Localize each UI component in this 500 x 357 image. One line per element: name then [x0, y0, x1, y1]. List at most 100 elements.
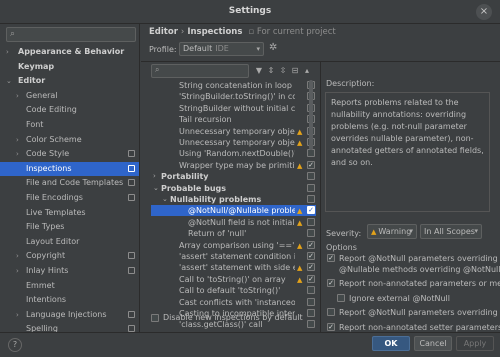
chevron-right-icon[interactable]: › — [16, 264, 19, 278]
inspection-checkbox[interactable] — [307, 240, 315, 249]
inspection-checkbox[interactable] — [307, 183, 315, 192]
inspection-item[interactable]: Tail recursion — [151, 114, 316, 125]
sidebar-search-input[interactable]: ⌕ — [6, 27, 136, 42]
sidebar-item[interactable]: Live Templates — [0, 206, 139, 220]
checkbox[interactable] — [327, 308, 335, 316]
sidebar-item[interactable]: › Copyright — [0, 249, 139, 263]
sidebar-item[interactable]: › Color Scheme — [0, 133, 139, 147]
inspection-checkbox[interactable] — [307, 149, 315, 158]
sidebar-item[interactable]: › Code Style — [0, 147, 139, 161]
inspection-checkbox[interactable] — [307, 217, 315, 226]
inspection-item[interactable]: Call to 'toString()' on array ▲ — [151, 274, 316, 285]
sidebar-item[interactable]: › Language Injections — [0, 308, 139, 322]
inspection-label: @NotNull/@Nullable problems — [188, 206, 295, 216]
chevron-down-icon: ▾ — [409, 227, 413, 235]
inspection-checkbox[interactable] — [307, 286, 315, 295]
chevron-right-icon[interactable]: › — [16, 133, 19, 147]
inspection-item[interactable]: 'assert' statement condition is cons — [151, 251, 316, 262]
inspection-group[interactable]: ⌄ Probable bugs — [151, 183, 316, 194]
sidebar-item[interactable]: ⌄ Editor — [0, 74, 139, 88]
inspection-label: Portability — [161, 172, 209, 182]
sidebar-item[interactable]: Keymap — [0, 60, 139, 74]
reset-icon[interactable]: ⊟ — [289, 64, 301, 78]
more-icon[interactable]: ▴ — [301, 64, 313, 78]
checkbox[interactable] — [327, 322, 335, 331]
sidebar-item[interactable]: › General — [0, 89, 139, 103]
checkbox[interactable] — [337, 293, 345, 302]
filter-icon[interactable]: ▼ — [253, 64, 265, 78]
sidebar-item[interactable]: › Appearance & Behavior — [0, 45, 139, 59]
inspection-checkbox[interactable] — [307, 229, 315, 238]
chevron-right-icon[interactable]: › — [153, 171, 156, 182]
checkbox[interactable] — [151, 314, 159, 322]
inspection-checkbox[interactable] — [307, 252, 315, 260]
cancel-button[interactable]: Cancel — [414, 336, 452, 351]
sidebar-item[interactable]: Inspections — [0, 161, 139, 176]
sidebar-item[interactable]: Intentions — [0, 293, 139, 307]
inspection-label: Unnecessary temporary object in co — [179, 138, 295, 147]
severity-dropdown[interactable]: ▲ Warning ▾ — [367, 224, 417, 239]
inspection-item[interactable]: Cast conflicts with 'instanceof' — [151, 297, 316, 308]
inspection-item[interactable]: Call to default 'toString()' — [151, 285, 316, 296]
apply-button[interactable]: Apply — [456, 336, 494, 351]
sidebar-item[interactable]: File Encodings — [0, 191, 139, 205]
sidebar-item[interactable]: Font — [0, 118, 139, 132]
sidebar-item[interactable]: Code Editing — [0, 103, 139, 117]
inspections-scrollbar[interactable] — [309, 80, 313, 150]
scope-dropdown[interactable]: In All Scopes ▾ — [420, 224, 482, 239]
inspection-item[interactable]: String concatenation in loop — [151, 80, 316, 91]
sidebar-item[interactable]: Layout Editor — [0, 235, 139, 249]
inspection-item[interactable]: Unnecessary temporary object in co▲ — [151, 126, 316, 137]
chevron-down-icon[interactable]: ⌄ — [6, 74, 12, 88]
checkbox[interactable] — [327, 254, 335, 262]
sidebar-item[interactable]: › Inlay Hints — [0, 264, 139, 278]
chevron-down-icon[interactable]: ⌄ — [162, 194, 168, 205]
title-bar: Settings × — [0, 0, 500, 24]
chevron-right-icon[interactable]: › — [16, 249, 19, 263]
warning-icon: ▲ — [297, 161, 303, 170]
scope-value: In All Scopes — [424, 227, 475, 236]
inspection-checkbox[interactable] — [307, 206, 315, 215]
inspection-item[interactable]: Using 'Random.nextDouble()' to get — [151, 148, 316, 159]
search-icon: ⌕ — [10, 29, 16, 39]
help-button[interactable]: ? — [8, 338, 22, 352]
inspection-item[interactable]: StringBuilder without initial capacit — [151, 103, 316, 114]
inspection-item[interactable]: Wrapper type may be primitive ▲ — [151, 160, 316, 171]
chevron-right-icon[interactable]: › — [16, 147, 19, 161]
collapse-all-icon[interactable]: ⇳ — [277, 64, 289, 78]
gear-icon[interactable]: ✲ — [269, 42, 277, 53]
inspection-checkbox[interactable] — [307, 172, 315, 181]
chevron-right-icon[interactable]: › — [16, 89, 19, 103]
ok-button[interactable]: OK — [372, 336, 410, 351]
inspection-item[interactable]: @NotNull/@Nullable problems▲ — [151, 205, 316, 217]
chevron-right-icon[interactable]: › — [6, 45, 9, 59]
profile-dropdown[interactable]: Default IDE ▾ — [179, 42, 264, 56]
inspection-checkbox[interactable] — [307, 274, 315, 283]
inspection-item[interactable]: Array comparison using '==', instead▲ — [151, 240, 316, 251]
inspection-checkbox[interactable] — [307, 297, 315, 306]
inspection-group[interactable]: › Portability — [151, 171, 316, 182]
checkbox[interactable] — [327, 279, 335, 287]
inspection-item[interactable]: 'assert' statement with side effects▲ — [151, 262, 316, 273]
inspection-checkbox[interactable] — [307, 320, 315, 329]
inspection-checkbox[interactable] — [307, 160, 315, 169]
inspection-item[interactable]: @NotNull field is not initialized▲ — [151, 217, 316, 228]
inspection-item[interactable]: 'StringBuilder.toString()' in concate — [151, 91, 316, 102]
expand-all-icon[interactable]: ⇕ — [265, 64, 277, 78]
sidebar-item[interactable]: File and Code Templates — [0, 176, 139, 190]
warning-icon: ▲ — [297, 275, 303, 284]
options-label: Options — [326, 243, 357, 252]
inspection-item[interactable]: Unnecessary temporary object in co▲ — [151, 137, 316, 148]
sidebar-item[interactable]: Emmet — [0, 279, 139, 293]
close-icon[interactable]: × — [476, 4, 492, 20]
inspection-item[interactable]: Return of 'null' — [151, 228, 316, 239]
inspections-search-input[interactable]: ⌕ — [151, 64, 249, 78]
inspection-checkbox[interactable] — [307, 195, 315, 203]
sidebar-item[interactable]: File Types — [0, 220, 139, 234]
chevron-right-icon[interactable]: › — [16, 308, 19, 322]
splitter[interactable] — [320, 62, 321, 332]
chevron-down-icon[interactable]: ⌄ — [153, 183, 159, 194]
inspection-group[interactable]: ⌄ Nullability problems — [151, 194, 316, 205]
inspection-checkbox[interactable] — [307, 309, 315, 317]
inspection-checkbox[interactable] — [307, 263, 315, 272]
